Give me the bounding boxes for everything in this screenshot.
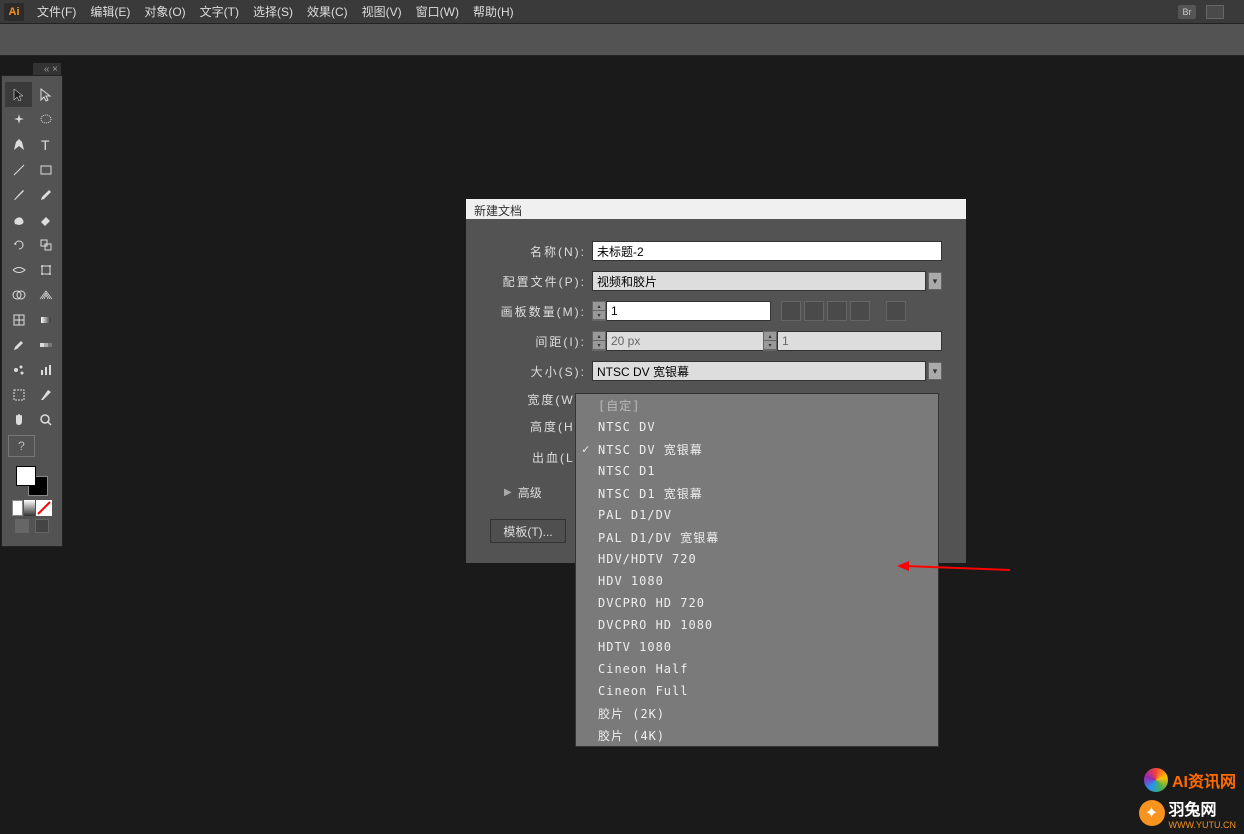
toolbox: T ?: [1, 75, 63, 547]
grid-by-row-icon[interactable]: [781, 301, 801, 321]
spacing-label: 间距(I):: [490, 333, 592, 350]
magic-wand-tool-icon[interactable]: [5, 107, 32, 132]
arrange-down-icon[interactable]: [850, 301, 870, 321]
bridge-icon[interactable]: Br: [1178, 5, 1196, 19]
size-option[interactable]: Cineon Full: [576, 680, 938, 702]
dialog-title: 新建文档: [466, 199, 966, 219]
size-label: 大小(S):: [490, 363, 592, 380]
line-tool-icon[interactable]: [5, 157, 32, 182]
template-button[interactable]: 模板(T)...: [490, 519, 566, 543]
size-option[interactable]: HDV 1080: [576, 570, 938, 592]
graph-tool-icon[interactable]: [32, 357, 59, 382]
blend-tool-icon[interactable]: [32, 332, 59, 357]
width-tool-icon[interactable]: [5, 257, 32, 282]
columns-label: 列数(O):: [700, 333, 763, 350]
perspective-grid-tool-icon[interactable]: [32, 282, 59, 307]
size-option[interactable]: 胶片 (4K): [576, 724, 938, 746]
rectangle-tool-icon[interactable]: [32, 157, 59, 182]
zoom-tool-icon[interactable]: [32, 407, 59, 432]
symbol-sprayer-tool-icon[interactable]: [5, 357, 32, 382]
control-bar: [0, 23, 1244, 56]
eraser-tool-icon[interactable]: [32, 207, 59, 232]
rabbit-icon: ✦: [1139, 800, 1165, 826]
artboard-tool-icon[interactable]: [5, 382, 32, 407]
size-option[interactable]: 胶片 (2K): [576, 702, 938, 724]
pencil-tool-icon[interactable]: [32, 182, 59, 207]
rotate-tool-icon[interactable]: [5, 232, 32, 257]
toolbox-collapse-tab[interactable]: « ×: [33, 63, 61, 75]
size-option[interactable]: PAL D1/DV 宽银幕: [576, 526, 938, 548]
artboards-input[interactable]: [606, 301, 771, 321]
slice-tool-icon[interactable]: [32, 382, 59, 407]
color-mode-icon[interactable]: [12, 500, 23, 516]
size-option[interactable]: NTSC D1 宽银幕: [576, 482, 938, 504]
scale-tool-icon[interactable]: [32, 232, 59, 257]
menubar: Ai 文件(F)编辑(E)对象(O)文字(T)选择(S)效果(C)视图(V)窗口…: [0, 0, 1244, 23]
direction-icon[interactable]: [886, 301, 906, 321]
paintbrush-tool-icon[interactable]: [5, 182, 32, 207]
menu-编辑(E)[interactable]: 编辑(E): [83, 0, 137, 23]
size-dropdown-icon[interactable]: [928, 362, 942, 380]
size-option[interactable]: DVCPRO HD 1080: [576, 614, 938, 636]
blob-brush-tool-icon[interactable]: [5, 207, 32, 232]
artboards-spinner[interactable]: ▴▾: [592, 301, 606, 321]
size-option[interactable]: NTSC D1: [576, 460, 938, 482]
profile-dropdown-icon[interactable]: [928, 272, 942, 290]
spacing-spinner[interactable]: ▴▾: [592, 331, 606, 351]
profile-select[interactable]: 视频和胶片: [592, 271, 926, 291]
size-option[interactable]: DVCPRO HD 720: [576, 592, 938, 614]
name-input[interactable]: [592, 241, 942, 261]
lasso-tool-icon[interactable]: [32, 107, 59, 132]
size-option[interactable]: Cineon Half: [576, 658, 938, 680]
size-select[interactable]: NTSC DV 宽银幕: [592, 361, 926, 381]
profile-label: 配置文件(P):: [490, 273, 592, 290]
columns-spinner[interactable]: ▴▾: [763, 331, 777, 351]
svg-text:T: T: [41, 137, 50, 153]
artboards-label: 画板数量(M):: [490, 303, 592, 320]
mesh-tool-icon[interactable]: [5, 307, 32, 332]
menu-帮助(H)[interactable]: 帮助(H): [466, 0, 521, 23]
hand-tool-icon[interactable]: [5, 407, 32, 432]
menu-选择(S)[interactable]: 选择(S): [246, 0, 300, 23]
workspace-switcher-icon[interactable]: [1206, 5, 1224, 19]
advanced-label: 高级: [518, 484, 542, 501]
fill-stroke-swatch[interactable]: [16, 466, 48, 496]
size-option[interactable]: PAL D1/DV: [576, 504, 938, 526]
gradient-tool-icon[interactable]: [32, 307, 59, 332]
size-dropdown: [自定]NTSC DVNTSC DV 宽银幕NTSC D1NTSC D1 宽银幕…: [575, 393, 939, 747]
shape-builder-tool-icon[interactable]: [5, 282, 32, 307]
gradient-mode-icon[interactable]: [24, 500, 35, 516]
grid-by-column-icon[interactable]: [804, 301, 824, 321]
chevron-right-icon: ▶: [504, 487, 512, 498]
normal-screen-icon[interactable]: [15, 519, 29, 533]
menu-文件(F)[interactable]: 文件(F): [30, 0, 83, 23]
name-label: 名称(N):: [490, 243, 592, 260]
full-screen-icon[interactable]: [35, 519, 49, 533]
watermark-yutu: ✦ 羽兔网 WWW.YUTU.CN: [1139, 796, 1237, 830]
eyedropper-tool-icon[interactable]: [5, 332, 32, 357]
size-option[interactable]: HDTV 1080: [576, 636, 938, 658]
none-mode-icon[interactable]: [36, 500, 52, 516]
selection-tool-icon[interactable]: [5, 82, 32, 107]
menu-文字(T)[interactable]: 文字(T): [193, 0, 246, 23]
watermark-ai-news: AI资讯网: [1144, 768, 1236, 792]
flower-icon: [1144, 768, 1168, 792]
help-tool-icon[interactable]: ?: [8, 435, 35, 457]
size-option[interactable]: [自定]: [576, 394, 938, 416]
arrange-right-icon[interactable]: [827, 301, 847, 321]
menu-效果(C)[interactable]: 效果(C): [300, 0, 355, 23]
columns-input: [777, 331, 942, 351]
app-logo: Ai: [4, 3, 24, 21]
menu-对象(O)[interactable]: 对象(O): [137, 0, 192, 23]
pen-tool-icon[interactable]: [5, 132, 32, 157]
size-option[interactable]: NTSC DV 宽银幕: [576, 438, 938, 460]
menu-窗口(W)[interactable]: 窗口(W): [409, 0, 466, 23]
size-option[interactable]: NTSC DV: [576, 416, 938, 438]
menu-视图(V)[interactable]: 视图(V): [355, 0, 409, 23]
direct-selection-tool-icon[interactable]: [32, 82, 59, 107]
free-transform-tool-icon[interactable]: [32, 257, 59, 282]
fill-color-icon[interactable]: [16, 466, 36, 486]
type-tool-icon[interactable]: T: [32, 132, 59, 157]
size-option[interactable]: HDV/HDTV 720: [576, 548, 938, 570]
